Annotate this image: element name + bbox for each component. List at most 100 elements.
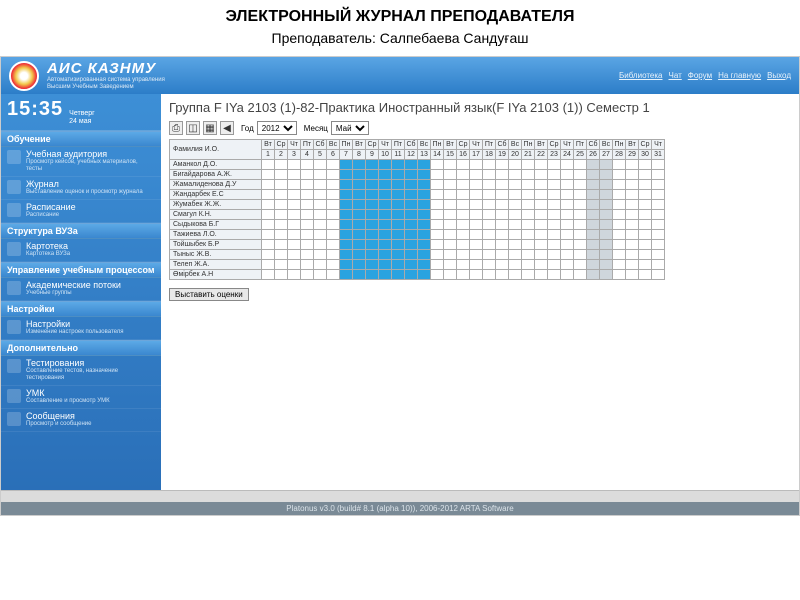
grade-cell[interactable]	[626, 220, 639, 230]
grade-cell[interactable]	[509, 210, 522, 220]
grade-cell[interactable]	[444, 230, 457, 240]
grade-cell[interactable]	[509, 180, 522, 190]
grade-cell[interactable]	[522, 160, 535, 170]
grade-cell[interactable]	[483, 270, 496, 280]
grade-cell[interactable]	[496, 210, 509, 220]
grade-cell[interactable]	[470, 190, 483, 200]
grade-cell[interactable]	[262, 200, 275, 210]
grade-cell[interactable]	[288, 220, 301, 230]
grade-cell[interactable]	[327, 190, 340, 200]
grade-cell[interactable]	[314, 260, 327, 270]
grade-cell[interactable]	[327, 180, 340, 190]
grade-cell[interactable]	[457, 240, 470, 250]
grade-cell[interactable]	[444, 200, 457, 210]
grade-cell[interactable]	[600, 240, 613, 250]
grade-cell[interactable]	[470, 160, 483, 170]
grade-cell[interactable]	[288, 210, 301, 220]
grade-cell[interactable]	[314, 210, 327, 220]
grade-cell[interactable]	[444, 210, 457, 220]
grade-cell[interactable]	[626, 210, 639, 220]
grade-cell[interactable]	[535, 190, 548, 200]
grade-cell[interactable]	[639, 180, 652, 190]
grade-cell[interactable]	[522, 270, 535, 280]
sidebar-item[interactable]: ТестированияСоставление тестов, назначен…	[1, 356, 161, 386]
grade-cell[interactable]	[496, 250, 509, 260]
grade-cell[interactable]	[431, 160, 444, 170]
grade-cell[interactable]	[392, 260, 405, 270]
grade-cell[interactable]	[522, 260, 535, 270]
grade-cell[interactable]	[470, 240, 483, 250]
grade-cell[interactable]	[340, 250, 353, 260]
grade-cell[interactable]	[418, 260, 431, 270]
grade-cell[interactable]	[275, 250, 288, 260]
grade-cell[interactable]	[418, 170, 431, 180]
grade-cell[interactable]	[587, 240, 600, 250]
grade-cell[interactable]	[587, 250, 600, 260]
grade-cell[interactable]	[496, 170, 509, 180]
grade-cell[interactable]	[457, 220, 470, 230]
grade-cell[interactable]	[561, 180, 574, 190]
grade-cell[interactable]	[366, 220, 379, 230]
grade-cell[interactable]	[262, 220, 275, 230]
grade-cell[interactable]	[301, 190, 314, 200]
grade-cell[interactable]	[470, 180, 483, 190]
grade-cell[interactable]	[340, 230, 353, 240]
grade-cell[interactable]	[483, 160, 496, 170]
grade-cell[interactable]	[613, 230, 626, 240]
grade-cell[interactable]	[366, 230, 379, 240]
grade-cell[interactable]	[457, 260, 470, 270]
sidebar-item[interactable]: СообщенияПросмотр и сообщение	[1, 409, 161, 432]
grade-cell[interactable]	[353, 260, 366, 270]
grade-cell[interactable]	[379, 230, 392, 240]
grade-cell[interactable]	[483, 260, 496, 270]
grade-cell[interactable]	[613, 250, 626, 260]
grade-cell[interactable]	[340, 270, 353, 280]
grade-cell[interactable]	[535, 270, 548, 280]
grade-cell[interactable]	[652, 220, 665, 230]
grade-cell[interactable]	[483, 190, 496, 200]
grade-cell[interactable]	[301, 250, 314, 260]
grade-cell[interactable]	[366, 170, 379, 180]
grade-cell[interactable]	[548, 170, 561, 180]
grade-cell[interactable]	[522, 210, 535, 220]
grade-cell[interactable]	[548, 200, 561, 210]
grade-cell[interactable]	[405, 210, 418, 220]
grade-cell[interactable]	[535, 240, 548, 250]
grade-cell[interactable]	[509, 250, 522, 260]
grade-cell[interactable]	[444, 270, 457, 280]
grade-cell[interactable]	[327, 170, 340, 180]
grade-cell[interactable]	[353, 170, 366, 180]
grade-cell[interactable]	[587, 220, 600, 230]
grade-cell[interactable]	[418, 270, 431, 280]
grade-cell[interactable]	[483, 170, 496, 180]
grade-cell[interactable]	[379, 160, 392, 170]
grade-cell[interactable]	[587, 200, 600, 210]
grade-cell[interactable]	[613, 170, 626, 180]
grade-cell[interactable]	[574, 270, 587, 280]
grade-cell[interactable]	[470, 230, 483, 240]
grade-cell[interactable]	[639, 220, 652, 230]
grade-cell[interactable]	[522, 170, 535, 180]
grade-cell[interactable]	[522, 230, 535, 240]
sidebar-item[interactable]: Академические потокиУчебные группы	[1, 278, 161, 301]
grade-cell[interactable]	[574, 170, 587, 180]
grade-cell[interactable]	[405, 240, 418, 250]
grade-cell[interactable]	[392, 160, 405, 170]
grade-cell[interactable]	[262, 160, 275, 170]
grade-cell[interactable]	[600, 230, 613, 240]
grade-cell[interactable]	[418, 220, 431, 230]
grade-cell[interactable]	[483, 220, 496, 230]
grade-cell[interactable]	[496, 270, 509, 280]
grade-cell[interactable]	[600, 270, 613, 280]
grade-cell[interactable]	[301, 200, 314, 210]
grade-cell[interactable]	[457, 250, 470, 260]
month-select[interactable]: Май	[331, 121, 369, 135]
grade-cell[interactable]	[353, 240, 366, 250]
grade-cell[interactable]	[366, 250, 379, 260]
grade-cell[interactable]	[535, 160, 548, 170]
grade-cell[interactable]	[262, 180, 275, 190]
grade-cell[interactable]	[444, 250, 457, 260]
grade-cell[interactable]	[418, 210, 431, 220]
grade-cell[interactable]	[509, 270, 522, 280]
grade-cell[interactable]	[535, 200, 548, 210]
